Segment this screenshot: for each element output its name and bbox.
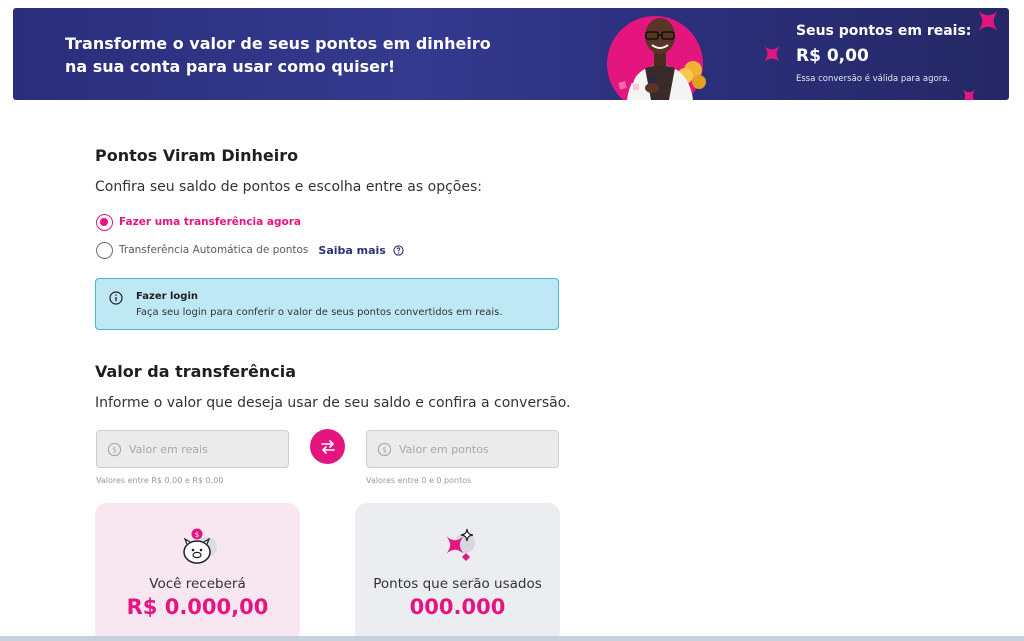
login-info-box: Fazer login Faça seu login para conferir… xyxy=(95,278,559,330)
pontos-input[interactable] xyxy=(399,442,549,456)
points-value: R$ 0,00 xyxy=(796,46,869,66)
info-title: Fazer login xyxy=(136,291,199,302)
receive-card: $ Você receberá R$ 0.000,00 xyxy=(95,503,300,641)
points-used-label: Pontos que serão usados xyxy=(373,576,542,592)
svg-text:$: $ xyxy=(112,445,117,454)
radio-option-auto-transfer[interactable]: Transferência Automática de pontos Saiba… xyxy=(96,241,404,259)
currency-icon: $ xyxy=(377,442,392,456)
banner-headline: Transforme o valor de seus pontos em din… xyxy=(65,34,491,76)
reais-input[interactable] xyxy=(129,442,279,456)
info-text: Faça seu login para conferir o valor de … xyxy=(136,307,503,318)
radio-button-unchecked[interactable] xyxy=(96,241,113,259)
points-used-card: Pontos que serão usados 000.000 xyxy=(355,503,560,641)
reais-input-field[interactable]: $ xyxy=(96,430,289,468)
radio-option-transfer-now[interactable]: Fazer uma transferência agora xyxy=(96,213,301,231)
sparkle-icon xyxy=(764,46,780,62)
svg-text:$: $ xyxy=(382,445,387,454)
sparkle-icon xyxy=(978,11,998,31)
piggy-bank-icon: $ xyxy=(183,528,217,564)
section-title-pontos: Pontos Viram Dinheiro xyxy=(95,146,299,165)
help-icon[interactable] xyxy=(393,244,404,256)
points-title: Seus pontos em reais: xyxy=(796,23,972,39)
points-note: Essa conversão é válida para agora. xyxy=(796,74,951,84)
swap-icon xyxy=(320,439,335,454)
sparkle-points-icon xyxy=(446,528,475,561)
saiba-mais-link[interactable]: Saiba mais xyxy=(318,244,385,257)
receive-value: R$ 0.000,00 xyxy=(126,595,269,619)
radio-button-checked[interactable] xyxy=(96,213,113,231)
points-used-value: 000.000 xyxy=(409,595,506,619)
radio-label-transfer-now[interactable]: Fazer uma transferência agora xyxy=(119,216,301,228)
sparkle-icon xyxy=(962,89,976,100)
svg-text:$: $ xyxy=(195,531,199,539)
hero-person-image xyxy=(618,18,706,100)
info-icon xyxy=(109,291,123,305)
pontos-hint: Valores entre 0 e 0 pontos xyxy=(366,476,472,485)
section-title-valor: Valor da transferência xyxy=(95,362,297,381)
section-subtitle-valor: Informe o valor que deseja usar de seu s… xyxy=(95,395,571,411)
currency-icon: $ xyxy=(107,442,122,456)
swap-button[interactable] xyxy=(310,429,345,464)
promo-banner: Transforme o valor de seus pontos em din… xyxy=(13,8,1009,100)
receive-label: Você receberá xyxy=(149,576,246,592)
reais-hint: Valores entre R$ 0,00 e R$ 0,00 xyxy=(96,476,224,485)
section-subtitle-pontos: Confira seu saldo de pontos e escolha en… xyxy=(95,179,482,195)
radio-label-auto-transfer[interactable]: Transferência Automática de pontos xyxy=(119,244,308,256)
window-bottom-edge xyxy=(0,636,1024,641)
pontos-input-field[interactable]: $ xyxy=(366,430,559,468)
